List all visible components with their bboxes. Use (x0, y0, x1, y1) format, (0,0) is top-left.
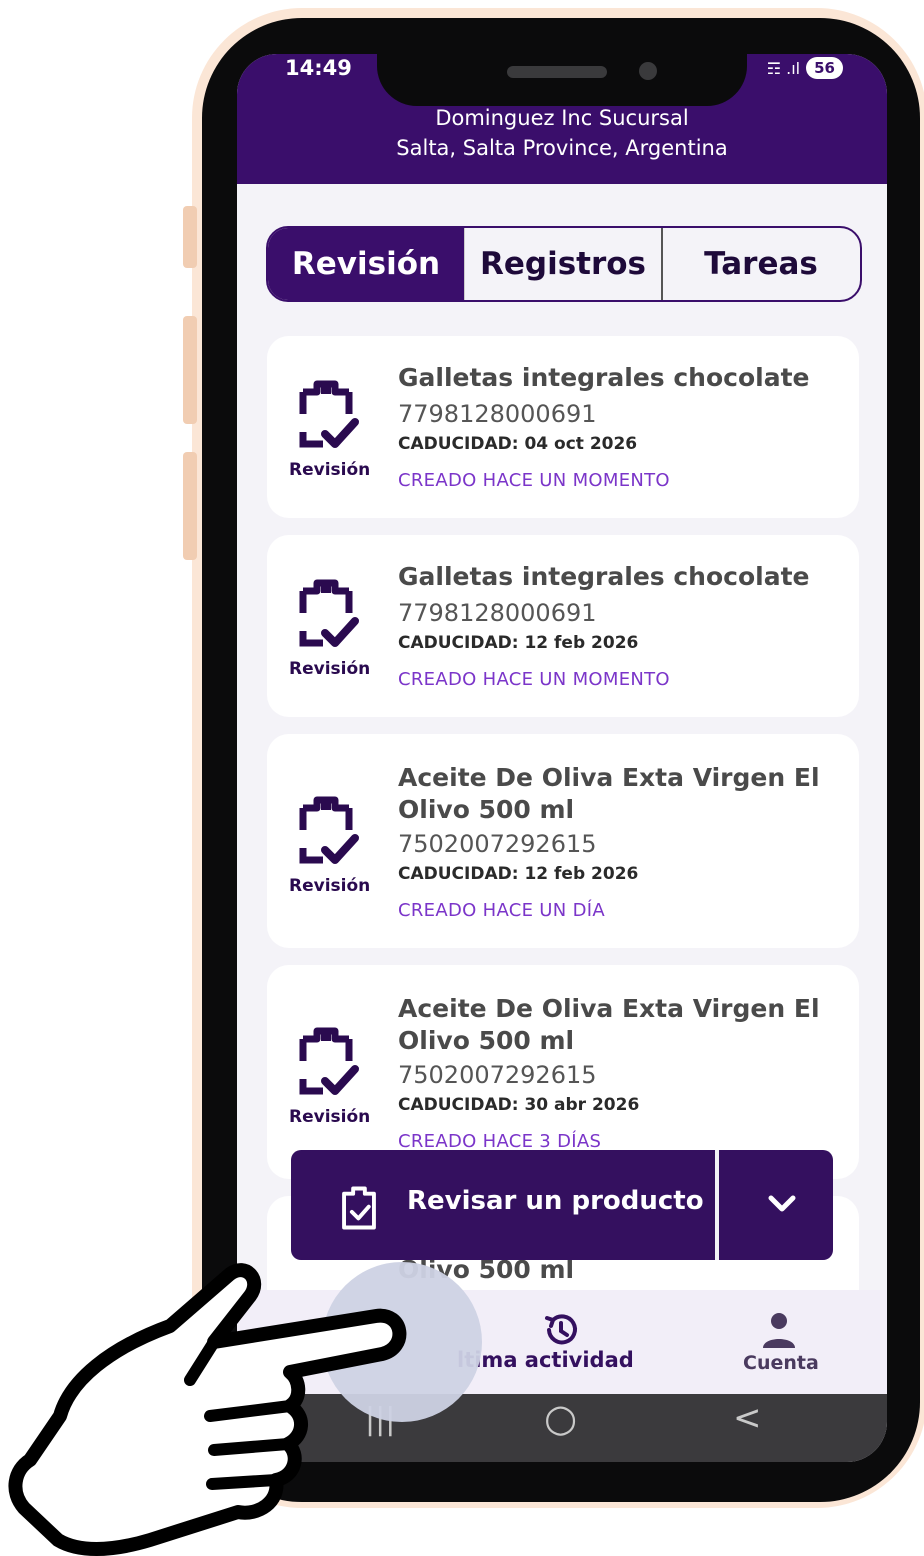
list-item[interactable]: Revisión Galletas integrales chocolate 7… (267, 535, 859, 717)
fab-menu-button[interactable] (731, 1150, 833, 1260)
item-title: Aceite De Oliva Exta Virgen El Olivo 500… (398, 763, 820, 824)
store-name: Dominguez Inc Sucursal (435, 106, 689, 130)
item-created: CREADO HACE UN MOMENTO (398, 669, 670, 690)
tab-bar: Revisión Registros Tareas (266, 226, 862, 302)
app-header: 14:49 ☶ .ıl 56 Dominguez Inc Sucursal Sa… (237, 54, 887, 184)
tab-revision[interactable]: Revisión (268, 228, 464, 300)
item-barcode: 7502007292615 (398, 1061, 597, 1089)
item-created: CREADO HACE UN DÍA (398, 900, 605, 921)
fab-divider (715, 1150, 719, 1260)
item-title: Aceite De Oliva Exta Virgen El Olivo 500… (398, 994, 820, 1055)
battery-indicator: 56 (806, 57, 843, 79)
item-barcode: 7798128000691 (398, 400, 597, 428)
item-expiry: CADUCIDAD: 30 abr 2026 (398, 1095, 640, 1115)
status-time: 14:49 (285, 56, 352, 80)
list-item[interactable]: Revisión Aceite De Oliva Exta Virgen El … (267, 734, 859, 948)
clipboard-check-icon (299, 380, 359, 448)
item-created: CREADO HACE UN MOMENTO (398, 470, 670, 491)
nav-cuenta[interactable]: Cuenta (743, 1352, 819, 1374)
front-camera (639, 62, 657, 80)
phone-side-button (183, 206, 197, 268)
item-barcode: 7798128000691 (398, 599, 597, 627)
clipboard-check-icon (299, 796, 359, 864)
person-icon[interactable] (761, 1310, 797, 1350)
review-product-label: Revisar un producto (407, 1186, 704, 1216)
item-expiry: CADUCIDAD: 12 feb 2026 (398, 864, 639, 884)
clipboard-check-icon (299, 1027, 359, 1095)
clipboard-check-icon (299, 579, 359, 647)
chevron-down-icon (768, 1195, 796, 1212)
clipboard-check-icon (342, 1186, 376, 1230)
pointing-hand-icon (8, 1263, 407, 1556)
tab-tareas[interactable]: Tareas (663, 228, 859, 300)
item-title: Galletas integrales chocolate (398, 562, 810, 591)
phone-side-button (183, 316, 197, 424)
list-item[interactable]: Revisión Galletas integrales chocolate 7… (267, 336, 859, 518)
signal-icon: ☶ .ıl (766, 58, 801, 78)
status-indicators: ☶ .ıl 56 (767, 57, 843, 79)
store-location: Salta, Salta Province, Argentina (396, 136, 728, 160)
item-created: CREADO HACE 3 DÍAS (398, 1131, 602, 1152)
list-item[interactable]: Revisión Aceite De Oliva Exta Virgen El … (267, 965, 859, 1179)
camera-notch (377, 54, 747, 106)
back-button[interactable]: < (733, 1398, 762, 1438)
item-type-label: Revisión (289, 659, 371, 679)
item-barcode: 7502007292615 (398, 830, 597, 858)
history-icon[interactable] (541, 1310, 581, 1350)
speaker-grill (507, 66, 607, 78)
item-expiry: CADUCIDAD: 12 feb 2026 (398, 633, 639, 653)
item-title: Galletas integrales chocolate (398, 363, 810, 392)
home-button[interactable]: ○ (544, 1396, 577, 1440)
item-type-label: Revisión (289, 1107, 371, 1127)
item-expiry: CADUCIDAD: 04 oct 2026 (398, 434, 638, 454)
tab-registros[interactable]: Registros (464, 228, 663, 300)
item-type-label: Revisión (289, 876, 371, 896)
nav-ultima-actividad[interactable]: ltima actividad (457, 1348, 634, 1372)
phone-side-button (183, 452, 197, 560)
item-type-label: Revisión (289, 460, 371, 480)
